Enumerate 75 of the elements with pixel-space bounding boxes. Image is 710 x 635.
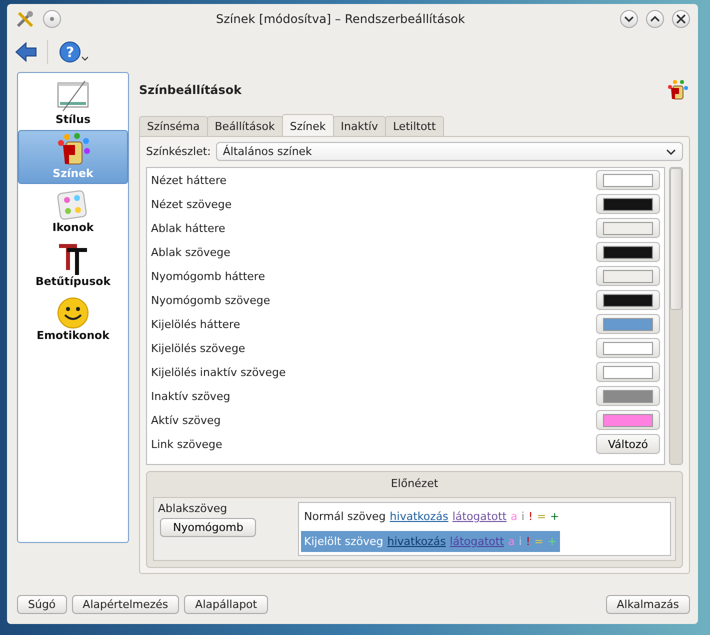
preview-title: Előnézet — [390, 476, 438, 492]
dropdown-value: Általános színek — [222, 145, 312, 158]
color-role-label: Ablak szövege — [151, 246, 230, 258]
sidebar-item[interactable]: Betűtípusok — [18, 238, 128, 292]
sample-glyph: + — [547, 535, 557, 548]
color-role-label: Kijelölés inaktív szövege — [151, 366, 286, 378]
window-icon — [55, 79, 91, 113]
tab[interactable]: Beállítások — [206, 116, 283, 136]
page-heading: Színbeállítások — [139, 83, 242, 97]
sample-glyph: a — [510, 510, 518, 523]
tab[interactable]: Színek — [282, 114, 334, 136]
sample-glyph: = — [536, 510, 546, 523]
color-picker-button[interactable] — [596, 410, 660, 430]
window-text-label: Ablakszöveg — [158, 502, 228, 515]
color-set-label: Színkészlet: — [146, 145, 211, 158]
color-picker-button[interactable] — [596, 386, 660, 406]
tab[interactable]: Színséma — [139, 116, 208, 136]
sidebar-item[interactable]: Stílus — [18, 76, 128, 130]
sample-link[interactable]: hivatkozás — [387, 535, 446, 548]
scrollbar-thumb[interactable] — [670, 168, 682, 310]
color-set-dropdown[interactable]: Általános színek — [216, 142, 683, 161]
sample-glyph: + — [550, 510, 560, 523]
color-picker-button[interactable] — [596, 242, 660, 262]
chevron-down-icon — [666, 148, 676, 156]
color-role-label: Nézet háttere — [151, 174, 227, 186]
color-picker-button[interactable] — [596, 362, 660, 382]
color-picker-button[interactable] — [596, 314, 660, 334]
color-role-label: Nézet szövege — [151, 198, 232, 210]
color-role-label: Nyomógomb háttere — [151, 270, 265, 282]
sample-text: Normál szöveg — [304, 510, 386, 523]
color-picker-button[interactable] — [596, 266, 660, 286]
sample-link[interactable]: látogatott — [452, 510, 507, 523]
sample-glyph: ! — [528, 510, 533, 523]
color-picker-button[interactable] — [596, 170, 660, 190]
sample-link[interactable]: hivatkozás — [390, 510, 448, 523]
maximize-button[interactable] — [646, 10, 664, 28]
dot-icon — [49, 16, 55, 22]
footer-button[interactable]: Súgó — [17, 595, 67, 614]
footer-button[interactable]: Alapértelmezés — [72, 595, 180, 614]
sample-text: Kijelölt szöveg — [304, 535, 384, 548]
minimize-button[interactable] — [620, 10, 638, 28]
pin-button[interactable] — [43, 10, 61, 28]
color-role-label: Inaktív szöveg — [151, 390, 230, 402]
color-role-label: Aktív szöveg — [151, 414, 221, 426]
footer-button[interactable]: Alapállapot — [184, 595, 268, 614]
sample-glyph: = — [534, 535, 544, 548]
tools-icon[interactable] — [15, 9, 35, 29]
scrollbar[interactable] — [669, 167, 683, 465]
close-icon — [675, 13, 687, 25]
sample-glyph: i — [518, 535, 522, 548]
color-role-label: Kijelölés szövege — [151, 342, 246, 354]
sample-glyph: i — [521, 510, 524, 523]
sample-push-button[interactable]: Nyomógomb — [160, 518, 256, 537]
sidebar-item[interactable]: Emotikonok — [18, 292, 128, 346]
color-picker-button[interactable] — [596, 290, 660, 310]
back-arrow-icon[interactable] — [15, 42, 37, 62]
sidebar-item[interactable]: Ikonok — [18, 184, 128, 238]
sample-glyph: a — [508, 535, 515, 548]
tab[interactable]: Letiltott — [385, 116, 444, 136]
close-button[interactable] — [672, 10, 690, 28]
sample-glyph: ! — [526, 535, 530, 548]
varying-button[interactable]: Változó — [596, 434, 660, 454]
footer-button[interactable]: Alkalmazás — [606, 595, 690, 614]
color-palette-icon — [666, 79, 688, 101]
smiley-icon — [55, 295, 91, 329]
color-role-label: Ablak háttere — [151, 222, 226, 234]
color-picker-button[interactable] — [596, 218, 660, 238]
color-role-label: Nyomógomb szövege — [151, 294, 270, 306]
color-role-label: Kijelölés háttere — [151, 318, 240, 330]
color-role-label: Link szövege — [151, 438, 222, 450]
paint-bucket-icon — [55, 133, 91, 167]
window-title: Színek [módosítva] – Rendszerbeállítások — [215, 12, 466, 26]
color-picker-button[interactable] — [596, 338, 660, 358]
color-picker-button[interactable] — [596, 194, 660, 214]
tab[interactable]: Inaktív — [332, 116, 386, 136]
